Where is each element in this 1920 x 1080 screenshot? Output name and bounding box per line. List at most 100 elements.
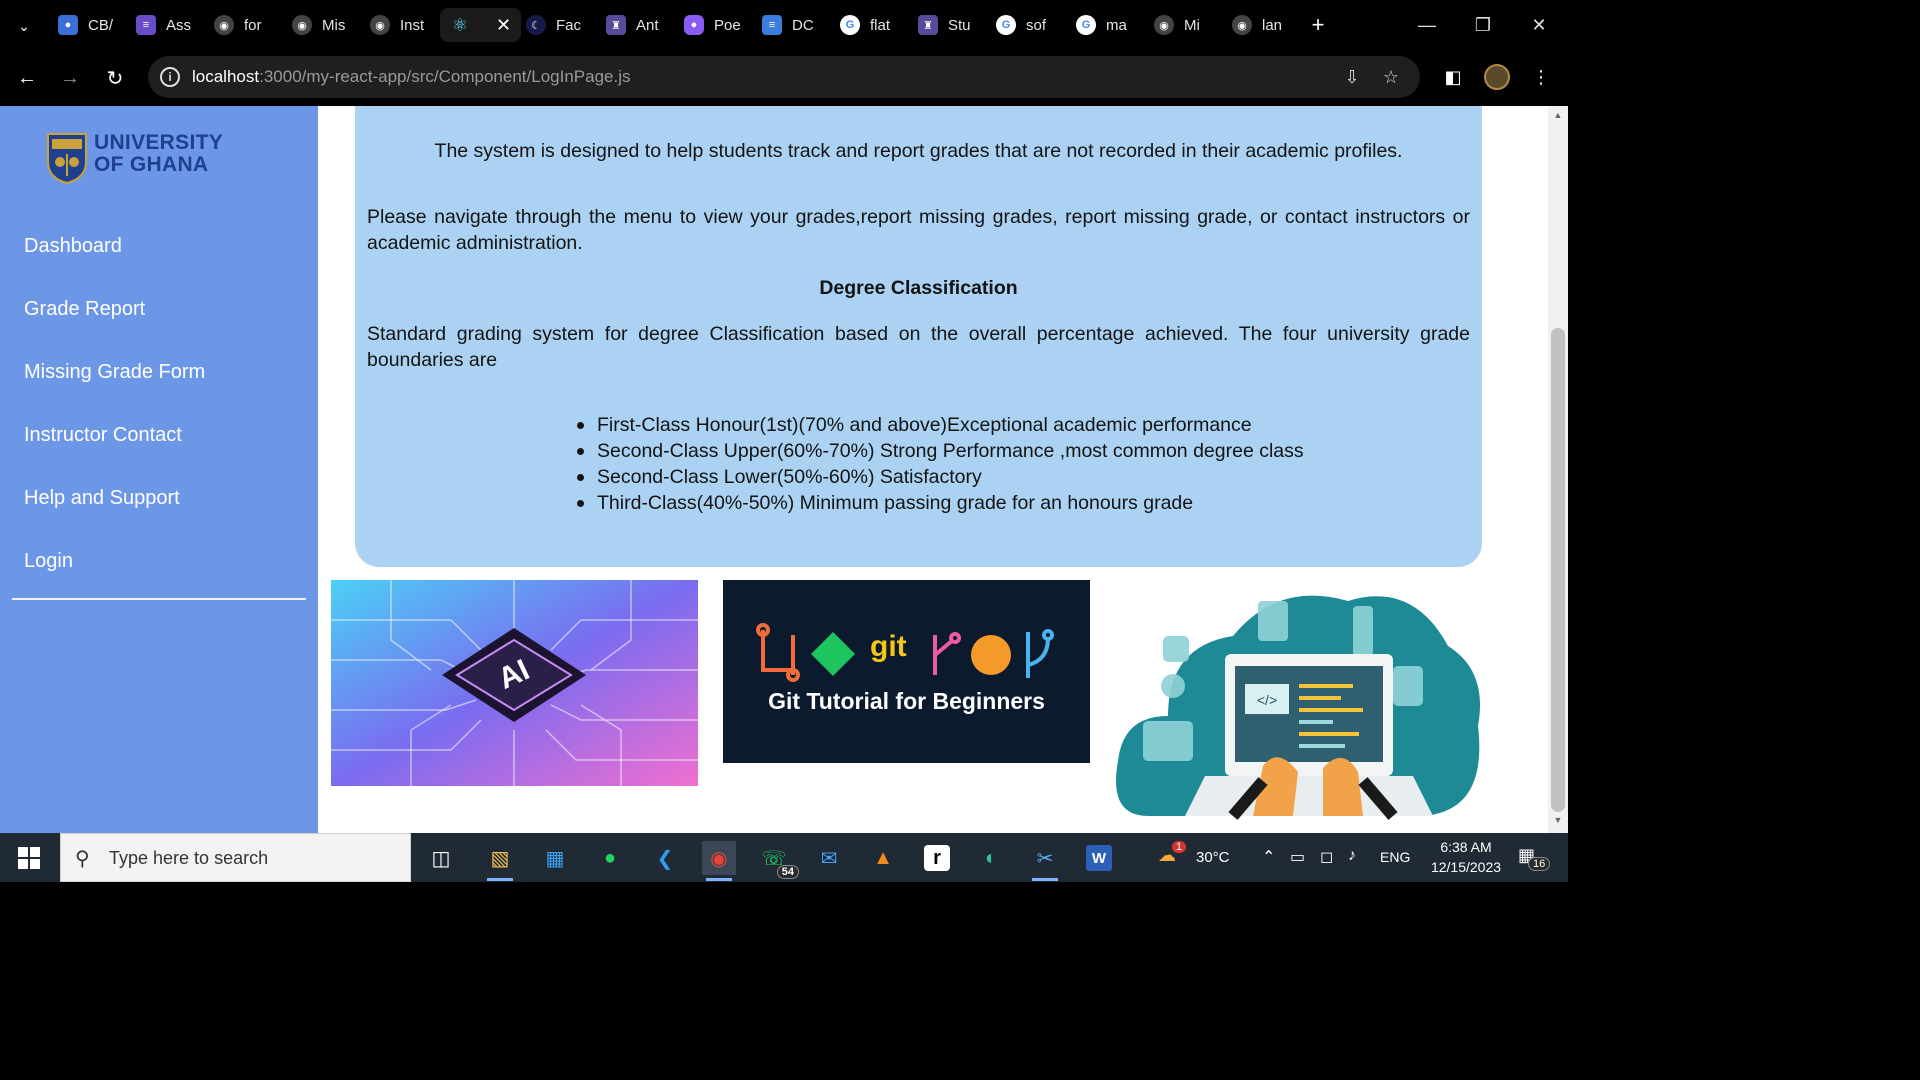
wifi-icon[interactable]: ◻ — [1320, 847, 1333, 867]
forward-button[interactable]: → — [54, 62, 86, 94]
tab-mis[interactable]: ◉ Mis — [292, 8, 345, 42]
weather-badge: 1 — [1172, 841, 1187, 853]
microsoft-store-button[interactable]: ▦ — [538, 841, 572, 875]
arrow-right-icon: → — [60, 66, 80, 89]
battery-icon[interactable]: ▭ — [1290, 847, 1305, 867]
page-scrollbar[interactable]: ▲ ▼ — [1548, 106, 1568, 833]
degree-classification-heading: Degree Classification — [819, 277, 1018, 299]
roblox-button[interactable]: r — [920, 841, 954, 875]
tab-lan[interactable]: ◉ lan — [1232, 8, 1282, 42]
tab-ma[interactable]: G ma — [1076, 8, 1127, 42]
list-item: Second-Class Upper(60%-70%) Strong Perfo… — [577, 440, 1304, 462]
tab-active-react[interactable]: ⚛ ✕ — [440, 8, 522, 42]
tab-inst[interactable]: ◉ Inst — [370, 8, 424, 42]
info-card: The system is designed to help students … — [355, 106, 1482, 567]
url-text[interactable]: localhost:3000/my-react-app/src/Componen… — [192, 67, 630, 87]
spotify-button[interactable]: ● — [593, 841, 627, 875]
scroll-down-arrow[interactable]: ▼ — [1548, 815, 1568, 829]
tab-title: Ant — [636, 16, 659, 34]
react-icon: ⚛ — [451, 14, 469, 35]
vscode-button[interactable]: ❮ — [648, 841, 682, 875]
edge-button[interactable]: ◐ — [974, 841, 1008, 875]
temperature[interactable]: 30°C — [1196, 849, 1230, 866]
google-icon: G — [1076, 15, 1096, 35]
whatsapp-button[interactable]: ☏ 54 — [757, 841, 799, 879]
ai-chip-image: AI — [331, 580, 698, 786]
profile-icon: ● — [58, 15, 78, 35]
mail-button[interactable]: ✉ — [812, 841, 846, 875]
word-button[interactable]: W — [1082, 841, 1116, 875]
google-icon: G — [996, 15, 1016, 35]
tab-fac[interactable]: ☾ Fac — [526, 8, 581, 42]
tab-dc[interactable]: ≡ DC — [762, 8, 814, 42]
tab-stu[interactable]: ♜ Stu — [918, 8, 971, 42]
notification-center-button[interactable]: ▦ 16 — [1516, 845, 1552, 871]
reload-button[interactable]: ↻ — [99, 62, 131, 94]
tab-ant[interactable]: ♜ Ant — [606, 8, 659, 42]
language-indicator[interactable]: ENG — [1380, 849, 1410, 865]
windows-taskbar: ⚲ Type here to search ◫ ▧ ▦ ● ❮ ◉ ☏ 54 ✉… — [0, 833, 1568, 882]
sidebar-item-dashboard[interactable]: Dashboard — [24, 235, 122, 258]
sidebar-item-missing-grade-form[interactable]: Missing Grade Form — [24, 361, 205, 384]
university-logo: UNIVERSITY OF GHANA — [46, 132, 223, 184]
profile-avatar[interactable] — [1484, 64, 1510, 90]
git-diamond-icon — [811, 632, 855, 676]
new-tab-button[interactable]: + — [1306, 10, 1330, 40]
tab-search-button[interactable]: ⌄ — [10, 12, 38, 40]
sidebar-item-grade-report[interactable]: Grade Report — [24, 298, 145, 321]
task-view-button[interactable]: ◫ — [424, 841, 458, 875]
vlc-button[interactable]: ▲ — [866, 841, 900, 875]
moon-icon: ☾ — [526, 15, 546, 35]
close-window-button[interactable]: ✕ — [1524, 10, 1554, 40]
sidebar: UNIVERSITY OF GHANA Dashboard Grade Repo… — [0, 106, 318, 833]
crest-icon: ♜ — [918, 15, 938, 35]
tab-poe[interactable]: ● Poe — [684, 8, 741, 42]
start-button[interactable] — [18, 847, 40, 869]
close-icon: ✕ — [1531, 14, 1547, 35]
minimize-button[interactable]: — — [1412, 10, 1442, 40]
star-icon[interactable]: ☆ — [1379, 65, 1403, 89]
store-icon: ▦ — [545, 847, 565, 870]
scroll-thumb[interactable] — [1551, 328, 1565, 812]
tab-for[interactable]: ◉ for — [214, 8, 262, 42]
git-branch-pink-icon — [933, 632, 961, 675]
clock[interactable]: 6:38 AM 12/15/2023 — [1424, 837, 1508, 877]
menu-button[interactable]: ⋮ — [1526, 62, 1556, 92]
file-explorer-button[interactable]: ▧ — [483, 841, 517, 881]
scissors-icon: ✂ — [1036, 847, 1054, 870]
side-panel-button[interactable]: ◧ — [1438, 62, 1468, 92]
git-word: git — [870, 630, 907, 663]
chat-icon: ● — [684, 15, 704, 35]
tab-title: Ass — [166, 16, 192, 34]
chrome-icon: ◉ — [710, 847, 728, 870]
sidebar-item-help-and-support[interactable]: Help and Support — [24, 487, 180, 510]
globe-icon: ◉ — [292, 15, 312, 35]
spotify-icon: ● — [603, 846, 617, 869]
taskbar-search[interactable]: ⚲ Type here to search — [60, 833, 411, 882]
sidebar-item-login[interactable]: Login — [24, 550, 73, 573]
address-bar[interactable]: i localhost:3000/my-react-app/src/Compon… — [148, 56, 1420, 98]
tab-mi[interactable]: ◉ Mi — [1154, 8, 1200, 42]
minimize-icon: — — [1418, 14, 1436, 35]
tab-title: for — [244, 16, 262, 34]
tab-flat[interactable]: G flat — [840, 8, 890, 42]
volume-icon[interactable]: ♪ — [1348, 847, 1356, 865]
restore-button[interactable]: ❐ — [1468, 10, 1498, 40]
chevron-up-icon[interactable]: ⌃ — [1262, 847, 1275, 867]
sidebar-item-instructor-contact[interactable]: Instructor Contact — [24, 424, 182, 447]
doc-icon: ≡ — [762, 15, 782, 35]
tab-title: Inst — [400, 16, 425, 34]
reload-icon: ↻ — [106, 67, 124, 90]
tab-sof[interactable]: G sof — [996, 8, 1046, 42]
info-icon[interactable]: i — [160, 67, 180, 87]
tab-cb[interactable]: ● CB/ — [58, 8, 113, 42]
install-app-icon[interactable]: ⇩ — [1340, 65, 1364, 89]
snipping-tool-button[interactable]: ✂ — [1028, 841, 1062, 881]
scroll-up-arrow[interactable]: ▲ — [1548, 110, 1568, 124]
tab-ass[interactable]: ≡ Ass — [136, 8, 191, 42]
close-icon[interactable]: ✕ — [496, 15, 511, 36]
back-button[interactable]: ← — [11, 62, 43, 94]
chrome-button[interactable]: ◉ — [702, 841, 736, 881]
globe-icon: ◉ — [1154, 15, 1174, 35]
git-tutorial-image: git Git Tutorial for Beginners — [723, 580, 1090, 763]
